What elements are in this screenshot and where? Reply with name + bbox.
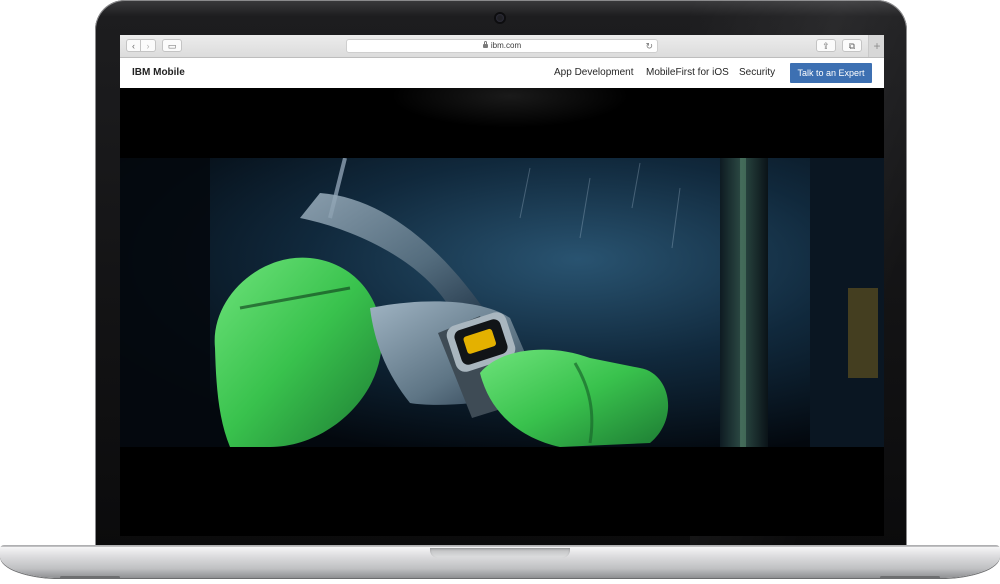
brand-logo-text[interactable]: IBM Mobile (132, 58, 185, 88)
laptop-screen: ‹ › ▭ ibm.com ↻ ⇪ ⧉ + IBM Mobile App Dev… (120, 35, 884, 536)
talk-to-expert-button[interactable]: Talk to an Expert (790, 63, 872, 83)
hero-video[interactable] (120, 158, 884, 447)
address-bar[interactable]: ibm.com ↻ (346, 39, 658, 53)
camera-icon (496, 14, 504, 22)
laptop-mockup: ‹ › ▭ ibm.com ↻ ⇪ ⧉ + IBM Mobile App Dev… (0, 0, 1000, 584)
sidebar-icon: ▭ (167, 41, 177, 51)
laptop-foot-left (60, 576, 120, 579)
lock-icon (482, 41, 488, 48)
tabs-icon: ⧉ (848, 41, 856, 51)
back-button[interactable]: ‹ (126, 39, 141, 52)
hero-glow (390, 88, 630, 128)
url-text: ibm.com (490, 41, 522, 50)
video-still-illustration (120, 158, 884, 447)
new-tab-button[interactable]: + (868, 35, 884, 57)
chevron-right-icon: › (146, 41, 150, 51)
nav-link-mobilefirst-for-ios[interactable]: MobileFirst for iOS (646, 58, 729, 88)
share-button[interactable]: ⇪ (816, 39, 836, 52)
show-tabs-button[interactable]: ⧉ (842, 39, 862, 52)
sidebar-toggle-button[interactable]: ▭ (162, 39, 182, 52)
laptop-foot-right (880, 576, 940, 579)
site-header: IBM Mobile App Development MobileFirst f… (120, 58, 884, 88)
reload-icon[interactable]: ↻ (645, 40, 653, 52)
browser-toolbar: ‹ › ▭ ibm.com ↻ ⇪ ⧉ + (120, 35, 884, 58)
nav-link-security[interactable]: Security (739, 58, 775, 88)
forward-button[interactable]: › (141, 39, 156, 52)
plus-icon: + (873, 39, 881, 53)
laptop-opening-notch (430, 548, 570, 558)
share-icon: ⇪ (822, 41, 830, 51)
nav-link-app-development[interactable]: App Development (554, 58, 634, 88)
video-left-shadow (120, 158, 210, 447)
video-yellow-light (848, 288, 878, 378)
video-pipe-highlight (740, 158, 746, 447)
hero-section (120, 88, 884, 536)
chevron-left-icon: ‹ (132, 41, 135, 51)
